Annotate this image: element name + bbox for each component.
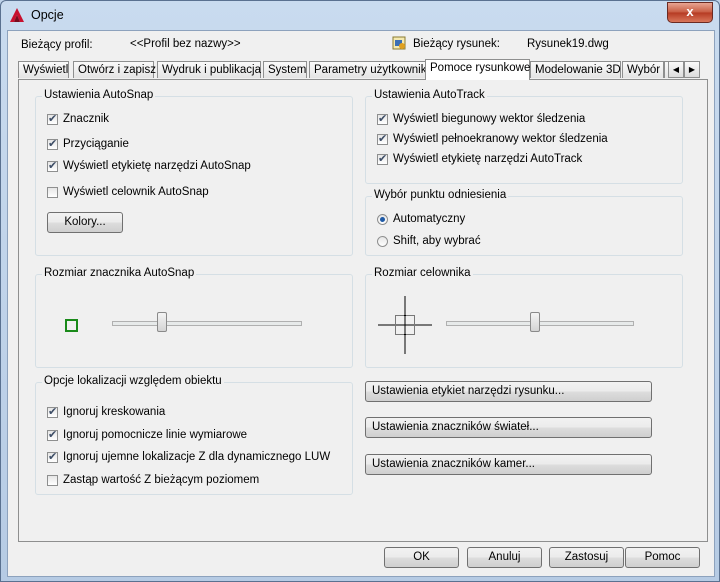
autocad-app-icon (10, 8, 24, 22)
dialog-client: Bieżący profil: <<Profil bez nazwy>> Bie… (7, 30, 715, 577)
arrow-right-icon: ▶ (688, 65, 696, 74)
marker-size-group: Rozmiar znacznika AutoSnap (35, 267, 353, 368)
fullscreen-vector-checkbox[interactable] (377, 132, 388, 145)
polar-vector-checkbox[interactable] (377, 112, 388, 125)
aperture-size-title: Rozmiar celownika (372, 267, 473, 279)
shift-select-radio[interactable] (377, 236, 388, 247)
ok-button[interactable]: OK (384, 547, 459, 568)
tab-wydruk-i-publikacja[interactable]: Wydruk i publikacja (157, 61, 261, 78)
tab-wyswietl[interactable]: Wyświetl (18, 61, 69, 78)
automatic-label: Automatyczny (393, 213, 466, 225)
marker-size-title: Rozmiar znacznika AutoSnap (42, 267, 197, 279)
marker-checkbox[interactable] (47, 112, 58, 125)
reference-point-group: Wybór punktu odniesienia Automatyczny Sh… (365, 189, 683, 256)
help-button[interactable]: Pomoc (625, 547, 700, 568)
locate-options-title: Opcje lokalizacji względem obiektu (42, 375, 224, 387)
current-drawing-value: Rysunek19.dwg (527, 38, 609, 50)
polar-vector-label: Wyświetl biegunowy wektor śledzenia (393, 113, 586, 125)
title-bar[interactable]: Opcje x (1, 1, 719, 29)
autosnap-aperture-label: Wyświetl celownik AutoSnap (63, 186, 209, 198)
aperture-size-slider[interactable] (446, 312, 634, 332)
magnet-checkbox[interactable] (47, 137, 58, 150)
cancel-button[interactable]: Anuluj (467, 547, 542, 568)
autosnap-tooltip-checkbox[interactable] (47, 159, 58, 172)
locate-options-group: Opcje lokalizacji względem obiektu Ignor… (35, 375, 353, 495)
marker-size-slider[interactable] (112, 312, 302, 332)
aperture-size-track (446, 321, 634, 326)
ignore-dimension-extension-label: Ignoruj pomocnicze linie wymiarowe (63, 429, 248, 441)
ignore-negative-z-label: Ignoruj ujemne lokalizacje Z dla dynamic… (63, 451, 331, 463)
automatic-radio[interactable] (377, 214, 388, 225)
marker-label: Znacznik (63, 113, 110, 125)
tab-scroll-left-button[interactable]: ◀ (668, 61, 684, 78)
fullscreen-vector-label: Wyświetl pełnoekranowy wektor śledzenia (393, 133, 608, 145)
tab-parametry-uzytkownika[interactable]: Parametry użytkownika (309, 61, 433, 78)
colors-button[interactable]: Kolory... (47, 212, 123, 233)
shift-select-label: Shift, aby wybrać (393, 235, 481, 247)
autotrack-title: Ustawienia AutoTrack (372, 89, 487, 101)
current-profile-label: Bieżący profil: (21, 39, 93, 51)
aperture-size-group: Rozmiar celownika (365, 267, 683, 368)
autosnap-group: Ustawienia AutoSnap Znacznik Przyciągani… (35, 89, 353, 256)
drafting-tooltip-settings-button[interactable]: Ustawienia etykiet narzędzi rysunku... (365, 381, 652, 402)
window-title: Opcje (31, 8, 64, 22)
ignore-negative-z-checkbox[interactable] (47, 450, 58, 463)
replace-z-label: Zastąp wartość Z bieżącym poziomem (63, 474, 260, 486)
aperture-preview-icon (378, 296, 432, 354)
close-button[interactable]: x (667, 2, 713, 23)
autosnap-tooltip-label: Wyświetl etykietę narzędzi AutoSnap (63, 160, 251, 172)
marker-size-track (112, 321, 302, 326)
autotrack-tooltip-label: Wyświetl etykietę narzędzi AutoTrack (393, 153, 583, 165)
tab-scroll-right-button[interactable]: ▶ (684, 61, 700, 78)
current-drawing-label: Bieżący rysunek: (413, 38, 500, 50)
drawing-file-icon (392, 36, 406, 50)
close-icon: x (686, 4, 694, 19)
reference-point-title: Wybór punktu odniesienia (372, 189, 509, 201)
magnet-label: Przyciąganie (63, 138, 129, 150)
options-window: Opcje x Bieżący profil: <<Profil bez naz… (0, 0, 720, 582)
marker-size-thumb[interactable] (157, 312, 167, 332)
autosnap-title: Ustawienia AutoSnap (42, 89, 156, 101)
marker-preview-icon (65, 319, 78, 332)
autotrack-group: Ustawienia AutoTrack Wyświetl biegunowy … (365, 89, 683, 184)
camera-glyph-settings-button[interactable]: Ustawienia znaczników kamer... (365, 454, 652, 475)
autosnap-aperture-checkbox[interactable] (47, 187, 58, 198)
ignore-hatch-label: Ignoruj kreskowania (63, 406, 166, 418)
apply-button[interactable]: Zastosuj (549, 547, 624, 568)
arrow-left-icon: ◀ (672, 65, 680, 74)
tab-otworz-i-zapisz[interactable]: Otwórz i zapisz (73, 61, 156, 78)
tab-system[interactable]: System (263, 61, 307, 78)
replace-z-checkbox[interactable] (47, 475, 58, 486)
autotrack-tooltip-checkbox[interactable] (377, 152, 388, 165)
tab-modelowanie-3d[interactable]: Modelowanie 3D (530, 61, 621, 78)
light-glyph-settings-button[interactable]: Ustawienia znaczników świateł... (365, 417, 652, 438)
aperture-size-thumb[interactable] (530, 312, 540, 332)
ignore-dimension-extension-checkbox[interactable] (47, 428, 58, 441)
current-profile-value: <<Profil bez nazwy>> (130, 38, 241, 50)
tab-pomoce-rysunkowe[interactable]: Pomoce rysunkowe (425, 59, 530, 80)
tab-panel: Ustawienia AutoSnap Znacznik Przyciągani… (18, 79, 708, 542)
ignore-hatch-checkbox[interactable] (47, 405, 58, 418)
tab-wybor[interactable]: Wybór (622, 61, 664, 78)
